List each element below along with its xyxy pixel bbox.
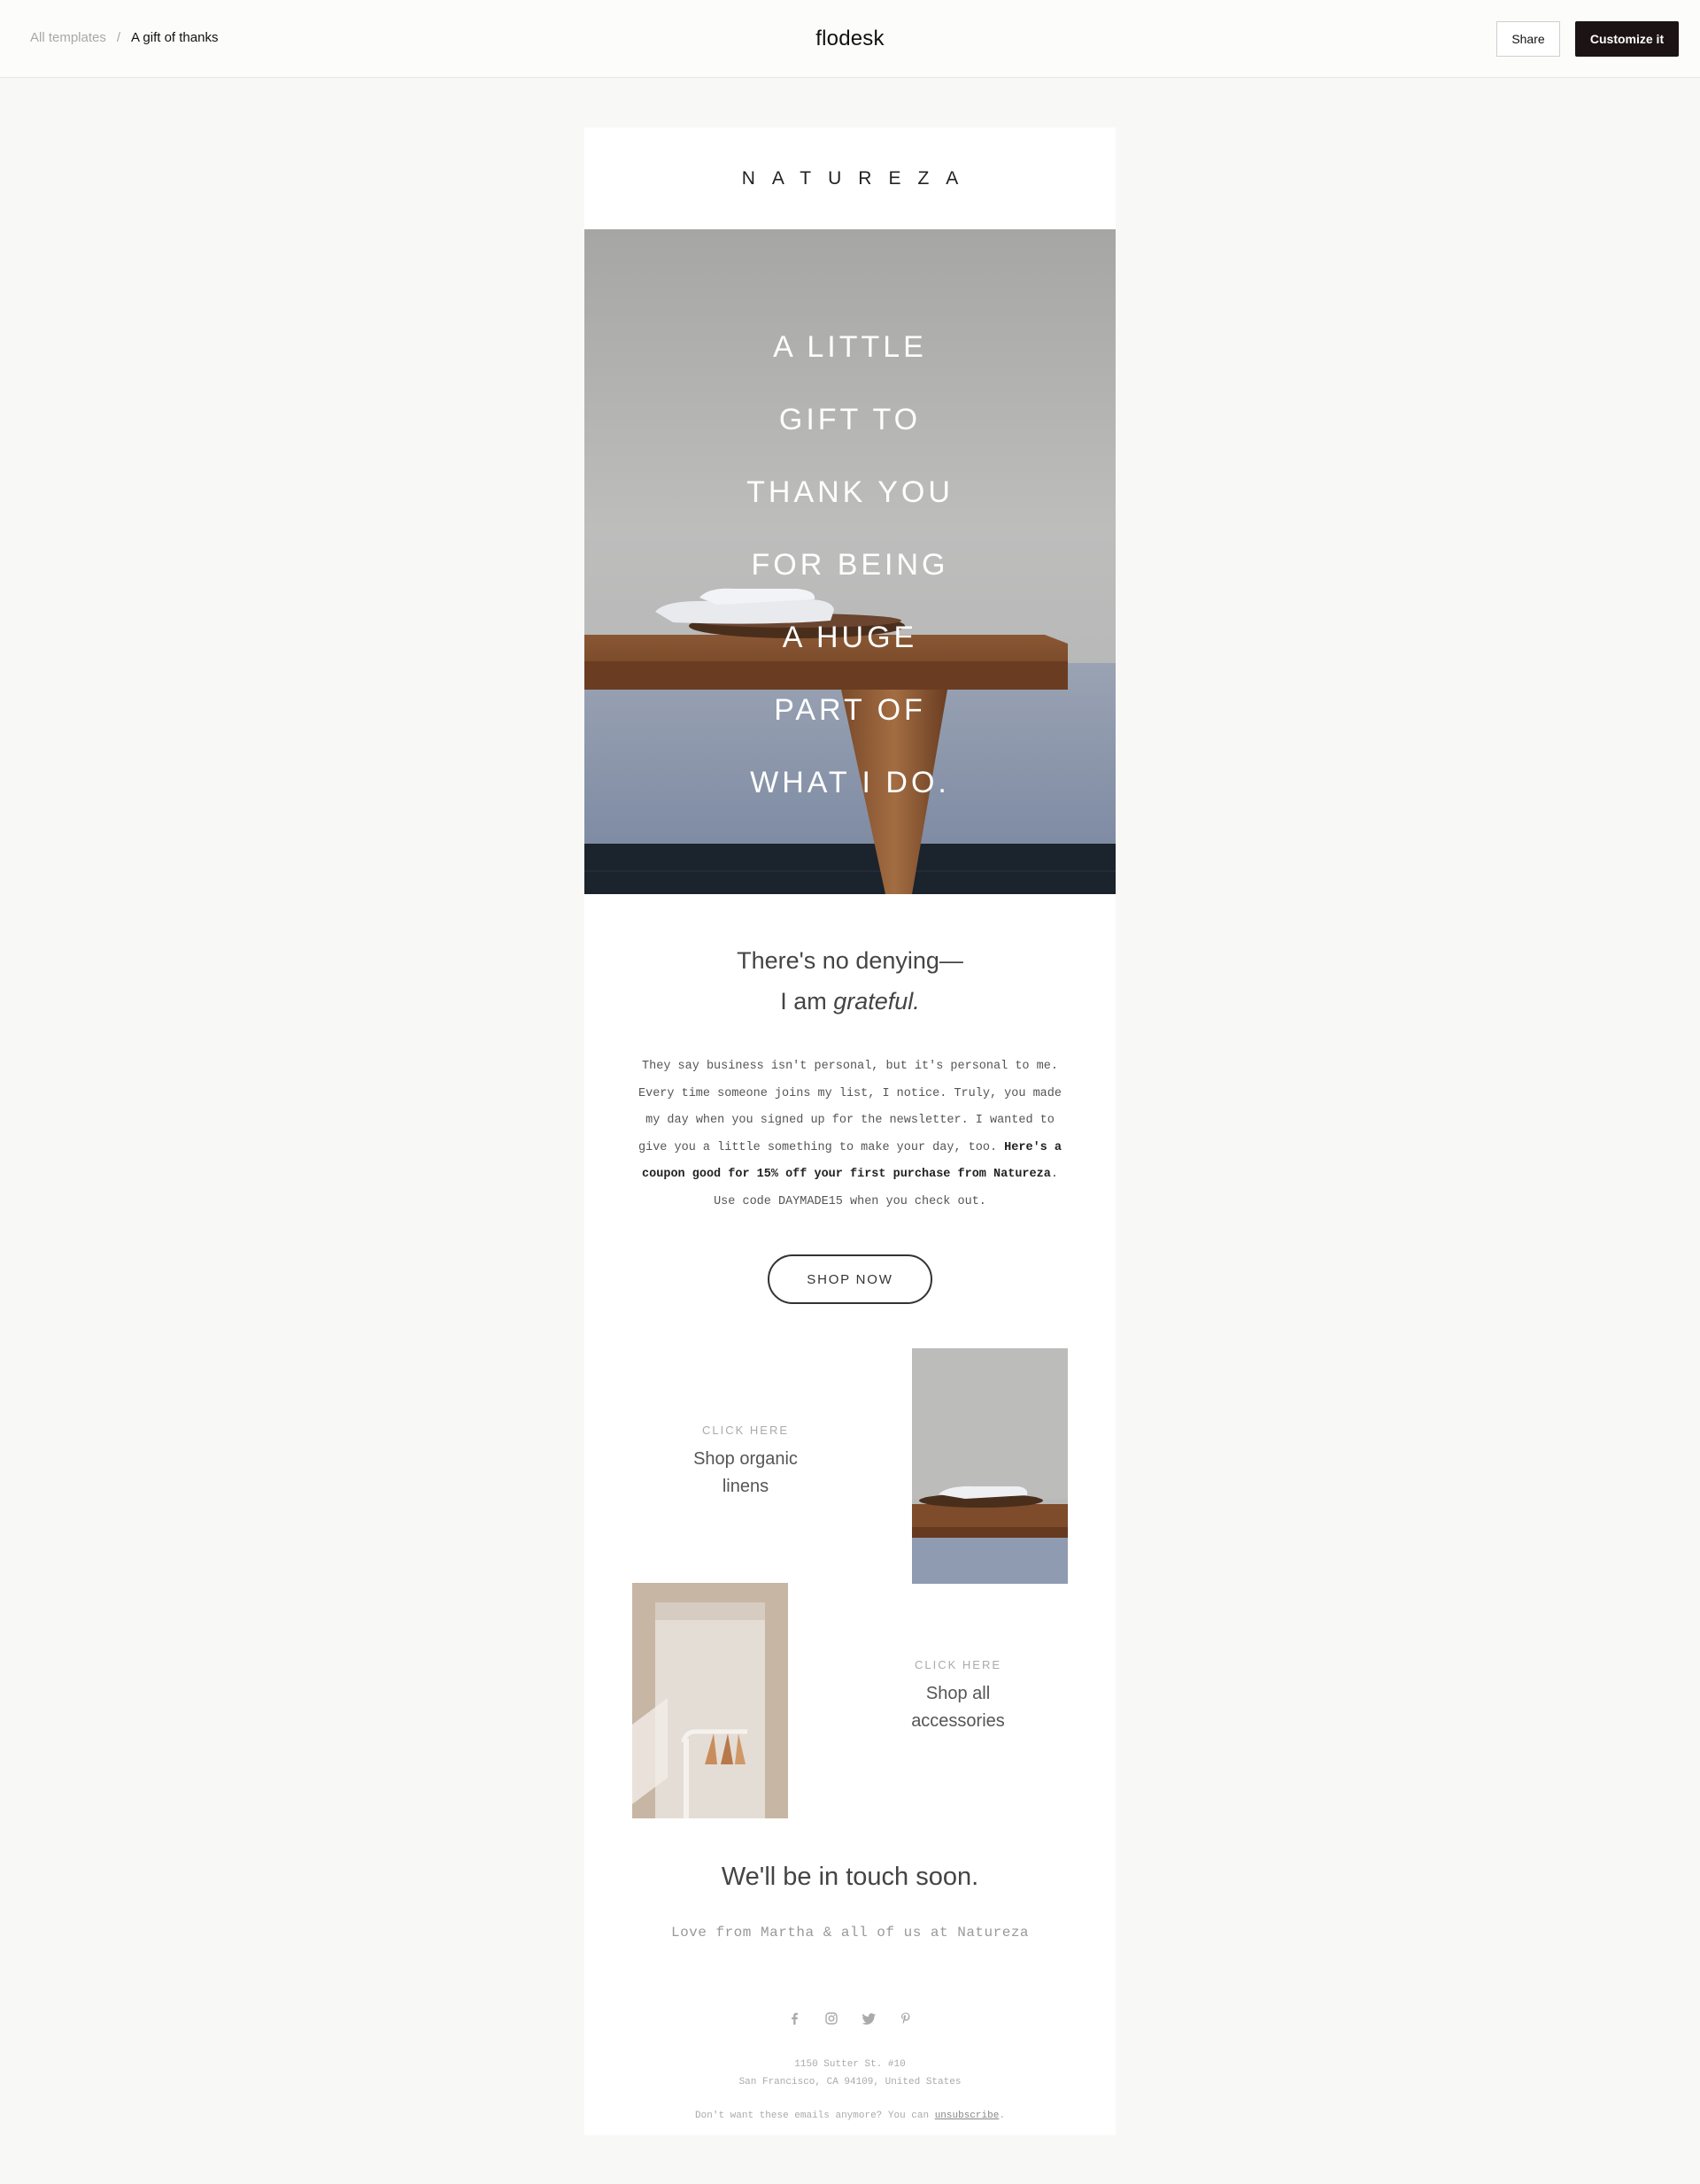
section-headline: There's no denying— I am grateful. [584,940,1116,1022]
social-links [584,2011,1116,2026]
tile-title-line: Shop organic [693,1449,798,1469]
top-bar: All templates / A gift of thanks flodesk… [0,0,1700,78]
unsubscribe-prefix: Don't want these emails anymore? You can [695,2111,935,2121]
tile-title[interactable]: Shop all accessories [843,1680,1073,1735]
footer-address: 1150 Sutter St. #10 San Francisco, CA 94… [584,2056,1116,2091]
linens-photo [912,1348,1068,1584]
shop-now-button[interactable]: SHOP NOW [768,1254,932,1304]
hero-headline: A LITTLE GIFT TO THANK YOU FOR BEING A H… [584,311,1116,819]
customize-button[interactable]: Customize it [1575,21,1679,57]
facebook-icon[interactable] [787,2011,801,2026]
body-paragraph: They say business isn't personal, but it… [630,1053,1070,1216]
tile-title-line: linens [722,1477,769,1496]
tile-title-line: accessories [911,1711,1005,1731]
coupon-code-text: Use code DAYMADE15 when you check out. [714,1194,986,1208]
body-bold-end: . [1050,1168,1058,1182]
hero-line: PART OF [774,693,926,727]
headline-emphasis: grateful. [833,988,920,1015]
twitter-icon[interactable] [862,2011,876,2026]
hero-line: WHAT I DO. [750,766,950,799]
click-here-label[interactable]: CLICK HERE [630,1424,861,1437]
signoff-heading: We'll be in touch soon. [721,1863,979,1891]
hero-line: FOR BEING [751,548,949,582]
tile-title[interactable]: Shop organic linens [630,1446,861,1501]
email-logo: NATUREZA [741,168,976,189]
brand-logo[interactable]: flodesk [0,27,1700,51]
hero-image: A LITTLE GIFT TO THANK YOU FOR BEING A H… [584,229,1116,894]
click-here-label[interactable]: CLICK HERE [843,1658,1073,1671]
hero-line: A HUGE [782,621,918,654]
share-button[interactable]: Share [1496,21,1560,57]
headline-prefix: I am [780,988,834,1015]
unsubscribe-end: . [999,2111,1005,2121]
hero-line: THANK YOU [746,475,954,509]
unsubscribe-link[interactable]: unsubscribe [935,2111,1000,2121]
linens-image[interactable] [912,1348,1068,1584]
accessories-image[interactable] [632,1583,788,1818]
tile-linens[interactable]: CLICK HERE Shop organic linens [630,1424,861,1501]
address-line: 1150 Sutter St. #10 [794,2059,906,2070]
body-intro: They say business isn't personal, but it… [638,1060,1062,1154]
pinterest-icon[interactable] [899,2011,913,2026]
hero-line: GIFT TO [778,403,922,436]
email-preview: NATUREZA A LITTLE GIFT TO THANK YOU FOR … [584,127,1116,2135]
signoff-subtitle: Love from Martha & all of us at Natureza [670,1925,1030,1941]
tile-title-line: Shop all [925,1684,991,1703]
tile-accessories[interactable]: CLICK HERE Shop all accessories [843,1658,1073,1735]
headline-line-2: I am grateful. [584,981,1116,1022]
headline-line-1: There's no denying— [737,947,963,974]
instagram-icon[interactable] [824,2011,838,2026]
address-line: San Francisco, CA 94109, United States [738,2077,962,2088]
hero-line: A LITTLE [773,330,927,364]
unsubscribe-text: Don't want these emails anymore? You can… [584,2111,1116,2121]
accessories-photo [632,1583,788,1818]
